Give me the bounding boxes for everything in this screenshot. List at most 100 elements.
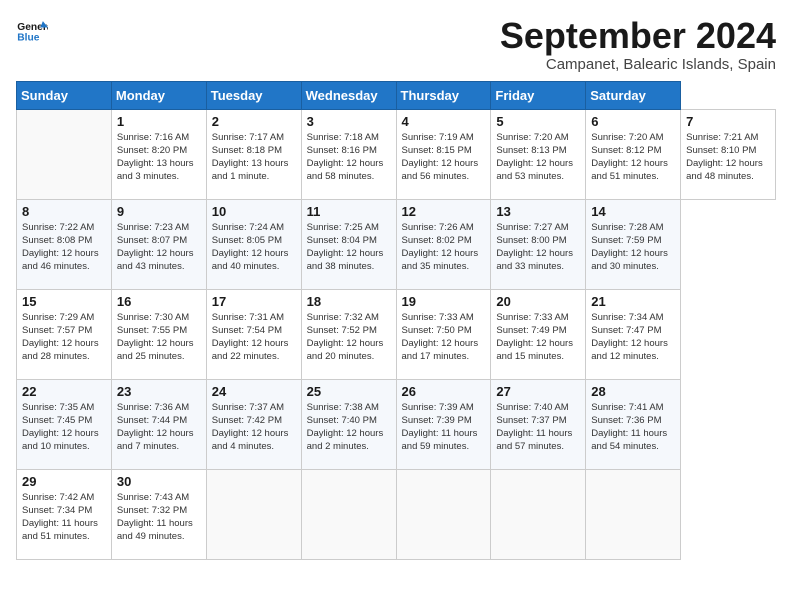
day-number: 14 [591, 204, 675, 219]
calendar-week-2: 8 Sunrise: 7:22 AM Sunset: 8:08 PM Dayli… [17, 199, 776, 289]
calendar-cell [17, 109, 112, 199]
sunrise-text: Sunrise: 7:33 AM [496, 312, 568, 323]
daylight-text: Daylight: 12 hours and 40 minutes. [212, 248, 289, 272]
daylight-text: Daylight: 12 hours and 10 minutes. [22, 428, 99, 452]
sunrise-text: Sunrise: 7:20 AM [591, 132, 663, 143]
day-number: 4 [402, 114, 486, 129]
day-number: 16 [117, 294, 201, 309]
calendar-cell: 18 Sunrise: 7:32 AM Sunset: 7:52 PM Dayl… [301, 289, 396, 379]
sunset-text: Sunset: 7:52 PM [307, 325, 377, 336]
day-info: Sunrise: 7:33 AM Sunset: 7:50 PM Dayligh… [402, 311, 486, 364]
day-number: 10 [212, 204, 296, 219]
calendar-cell: 20 Sunrise: 7:33 AM Sunset: 7:49 PM Dayl… [491, 289, 586, 379]
daylight-text: Daylight: 11 hours and 57 minutes. [496, 428, 572, 452]
calendar-cell: 2 Sunrise: 7:17 AM Sunset: 8:18 PM Dayli… [206, 109, 301, 199]
calendar-subtitle: Campanet, Balearic Islands, Spain [500, 56, 776, 73]
calendar-cell: 4 Sunrise: 7:19 AM Sunset: 8:15 PM Dayli… [396, 109, 491, 199]
day-info: Sunrise: 7:30 AM Sunset: 7:55 PM Dayligh… [117, 311, 201, 364]
daylight-text: Daylight: 11 hours and 51 minutes. [22, 518, 98, 542]
day-info: Sunrise: 7:22 AM Sunset: 8:08 PM Dayligh… [22, 221, 106, 274]
sunrise-text: Sunrise: 7:38 AM [307, 402, 379, 413]
day-number: 5 [496, 114, 580, 129]
day-info: Sunrise: 7:28 AM Sunset: 7:59 PM Dayligh… [591, 221, 675, 274]
day-info: Sunrise: 7:41 AM Sunset: 7:36 PM Dayligh… [591, 401, 675, 454]
logo: General Blue [16, 16, 48, 48]
header-friday: Friday [491, 81, 586, 109]
svg-text:Blue: Blue [17, 32, 39, 43]
calendar-cell: 10 Sunrise: 7:24 AM Sunset: 8:05 PM Dayl… [206, 199, 301, 289]
sunrise-text: Sunrise: 7:30 AM [117, 312, 189, 323]
day-info: Sunrise: 7:42 AM Sunset: 7:34 PM Dayligh… [22, 491, 106, 544]
day-number: 13 [496, 204, 580, 219]
day-info: Sunrise: 7:16 AM Sunset: 8:20 PM Dayligh… [117, 131, 201, 184]
calendar-cell: 19 Sunrise: 7:33 AM Sunset: 7:50 PM Dayl… [396, 289, 491, 379]
sunset-text: Sunset: 8:07 PM [117, 235, 187, 246]
day-info: Sunrise: 7:24 AM Sunset: 8:05 PM Dayligh… [212, 221, 296, 274]
day-info: Sunrise: 7:38 AM Sunset: 7:40 PM Dayligh… [307, 401, 391, 454]
calendar-cell: 25 Sunrise: 7:38 AM Sunset: 7:40 PM Dayl… [301, 379, 396, 469]
day-number: 7 [686, 114, 770, 129]
day-info: Sunrise: 7:21 AM Sunset: 8:10 PM Dayligh… [686, 131, 770, 184]
calendar-cell: 12 Sunrise: 7:26 AM Sunset: 8:02 PM Dayl… [396, 199, 491, 289]
day-number: 24 [212, 384, 296, 399]
day-number: 15 [22, 294, 106, 309]
sunrise-text: Sunrise: 7:39 AM [402, 402, 474, 413]
calendar-cell: 13 Sunrise: 7:27 AM Sunset: 8:00 PM Dayl… [491, 199, 586, 289]
daylight-text: Daylight: 12 hours and 58 minutes. [307, 158, 384, 182]
header-row: Sunday Monday Tuesday Wednesday Thursday… [17, 81, 776, 109]
sunset-text: Sunset: 7:32 PM [117, 505, 187, 516]
sunset-text: Sunset: 8:12 PM [591, 145, 661, 156]
calendar-cell [301, 469, 396, 559]
daylight-text: Daylight: 12 hours and 43 minutes. [117, 248, 194, 272]
calendar-week-4: 22 Sunrise: 7:35 AM Sunset: 7:45 PM Dayl… [17, 379, 776, 469]
day-number: 2 [212, 114, 296, 129]
daylight-text: Daylight: 12 hours and 15 minutes. [496, 338, 573, 362]
day-info: Sunrise: 7:31 AM Sunset: 7:54 PM Dayligh… [212, 311, 296, 364]
calendar-cell: 6 Sunrise: 7:20 AM Sunset: 8:12 PM Dayli… [586, 109, 681, 199]
sunrise-text: Sunrise: 7:28 AM [591, 222, 663, 233]
day-info: Sunrise: 7:34 AM Sunset: 7:47 PM Dayligh… [591, 311, 675, 364]
day-number: 17 [212, 294, 296, 309]
sunset-text: Sunset: 7:47 PM [591, 325, 661, 336]
sunrise-text: Sunrise: 7:18 AM [307, 132, 379, 143]
sunset-text: Sunset: 7:39 PM [402, 415, 472, 426]
day-number: 23 [117, 384, 201, 399]
sunset-text: Sunset: 7:49 PM [496, 325, 566, 336]
day-number: 21 [591, 294, 675, 309]
calendar-cell: 9 Sunrise: 7:23 AM Sunset: 8:07 PM Dayli… [111, 199, 206, 289]
sunset-text: Sunset: 8:08 PM [22, 235, 92, 246]
day-info: Sunrise: 7:25 AM Sunset: 8:04 PM Dayligh… [307, 221, 391, 274]
daylight-text: Daylight: 12 hours and 33 minutes. [496, 248, 573, 272]
sunset-text: Sunset: 7:45 PM [22, 415, 92, 426]
calendar-cell: 14 Sunrise: 7:28 AM Sunset: 7:59 PM Dayl… [586, 199, 681, 289]
sunset-text: Sunset: 8:20 PM [117, 145, 187, 156]
header-saturday: Saturday [586, 81, 681, 109]
day-number: 25 [307, 384, 391, 399]
day-number: 3 [307, 114, 391, 129]
day-number: 22 [22, 384, 106, 399]
calendar-cell: 17 Sunrise: 7:31 AM Sunset: 7:54 PM Dayl… [206, 289, 301, 379]
daylight-text: Daylight: 11 hours and 59 minutes. [402, 428, 478, 452]
sunrise-text: Sunrise: 7:27 AM [496, 222, 568, 233]
sunset-text: Sunset: 8:10 PM [686, 145, 756, 156]
sunrise-text: Sunrise: 7:40 AM [496, 402, 568, 413]
daylight-text: Daylight: 12 hours and 25 minutes. [117, 338, 194, 362]
day-number: 27 [496, 384, 580, 399]
sunset-text: Sunset: 7:37 PM [496, 415, 566, 426]
sunset-text: Sunset: 8:00 PM [496, 235, 566, 246]
calendar-cell: 23 Sunrise: 7:36 AM Sunset: 7:44 PM Dayl… [111, 379, 206, 469]
sunrise-text: Sunrise: 7:35 AM [22, 402, 94, 413]
sunset-text: Sunset: 7:40 PM [307, 415, 377, 426]
day-number: 11 [307, 204, 391, 219]
header-tuesday: Tuesday [206, 81, 301, 109]
sunset-text: Sunset: 7:59 PM [591, 235, 661, 246]
calendar-cell: 28 Sunrise: 7:41 AM Sunset: 7:36 PM Dayl… [586, 379, 681, 469]
day-info: Sunrise: 7:19 AM Sunset: 8:15 PM Dayligh… [402, 131, 486, 184]
sunrise-text: Sunrise: 7:26 AM [402, 222, 474, 233]
sunrise-text: Sunrise: 7:19 AM [402, 132, 474, 143]
page-header: General Blue September 2024 Campanet, Ba… [16, 16, 776, 73]
sunset-text: Sunset: 8:15 PM [402, 145, 472, 156]
calendar-cell: 5 Sunrise: 7:20 AM Sunset: 8:13 PM Dayli… [491, 109, 586, 199]
calendar-cell: 21 Sunrise: 7:34 AM Sunset: 7:47 PM Dayl… [586, 289, 681, 379]
daylight-text: Daylight: 12 hours and 4 minutes. [212, 428, 289, 452]
